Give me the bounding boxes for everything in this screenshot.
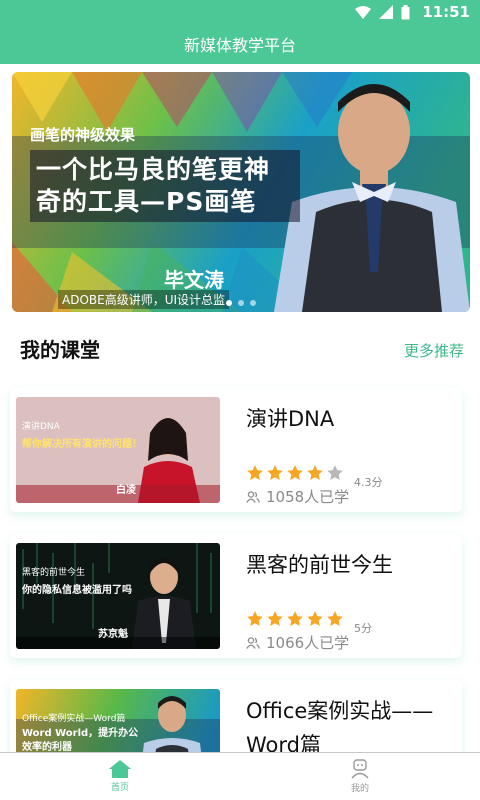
promo-banner[interactable]: 画笔的神级效果 一个比马良的笔更神奇的工具—PS画笔 毕文涛 ADOBE高级讲师…	[12, 72, 470, 312]
course-thumbnail: 黑客的前世今生 你的隐私信息被滥用了吗 苏京魁	[16, 543, 220, 649]
tab-home-label: 首页	[110, 783, 129, 793]
thumb-lecturer: 白凌	[116, 485, 136, 496]
star-icon	[287, 465, 303, 480]
status-time: 11:51	[422, 3, 470, 21]
wifi-icon	[355, 5, 372, 19]
star-icon	[327, 465, 343, 480]
rating-score: 4.3分	[354, 476, 383, 489]
carousel-dot[interactable]	[250, 300, 256, 306]
section-title: 我的课堂	[20, 338, 100, 362]
course-thumbnail: 演讲DNA 帮你解决所有演讲的问题！ 白凌	[16, 397, 220, 503]
thumb-caption: Office案例实战—Word篇	[22, 714, 126, 724]
users-icon	[246, 490, 260, 503]
tab-mine-label: 我的	[350, 784, 369, 794]
star-icon	[247, 465, 263, 480]
star-icon	[287, 611, 303, 626]
banner-headline: 一个比马良的笔更神奇的工具—PS画笔	[30, 150, 300, 222]
tab-home[interactable]: 首页	[0, 753, 240, 800]
bottom-tab-bar: 首页 我的	[0, 752, 480, 800]
course-title: 黑客的前世今生	[246, 553, 393, 577]
star-rating	[246, 610, 344, 628]
thumb-tagline: 你的隐私信息被滥用了吗	[22, 585, 132, 596]
app-title: 新媒体教学平台	[183, 36, 296, 55]
more-recommendations-link[interactable]: 更多推荐	[404, 340, 464, 361]
thumb-caption: 演讲DNA	[22, 422, 60, 432]
carousel-indicator	[12, 300, 470, 306]
carousel-dot[interactable]	[238, 300, 244, 306]
star-icon	[267, 611, 283, 626]
learner-count: 1066人已学	[246, 632, 349, 653]
battery-icon	[401, 4, 410, 19]
banner-kicker: 画笔的神级效果	[30, 126, 136, 144]
banner-speaker: 毕文涛	[164, 268, 224, 292]
course-title: 演讲DNA	[246, 407, 335, 431]
learner-count-text: 1058人已学	[266, 488, 350, 506]
learner-count: 1058人已学	[246, 486, 349, 507]
home-icon	[109, 760, 131, 778]
star-icon	[307, 465, 323, 480]
app-bar: 新媒体教学平台	[0, 24, 480, 64]
status-bar: 11:51	[0, 0, 480, 24]
thumb-lecturer: 苏京魁	[98, 629, 128, 640]
profile-icon	[351, 759, 369, 779]
tab-mine[interactable]: 我的	[240, 753, 480, 800]
thumb-tagline: Word World，提升办公效率的利器	[22, 728, 139, 753]
star-icon	[267, 465, 283, 480]
carousel-dot[interactable]	[226, 300, 232, 306]
star-icon	[247, 611, 263, 626]
course-card[interactable]: 黑客的前世今生 你的隐私信息被滥用了吗 苏京魁 黑客的前世今生 5分 1066人…	[10, 534, 462, 658]
thumb-tagline: 帮你解决所有演讲的问题！	[22, 439, 142, 450]
star-icon	[327, 611, 343, 626]
course-card[interactable]: 演讲DNA 帮你解决所有演讲的问题！ 白凌 演讲DNA 4.3分 1058人已学	[10, 388, 462, 512]
thumb-caption: 黑客的前世今生	[22, 568, 86, 578]
signal-icon	[379, 5, 394, 19]
users-icon	[246, 636, 260, 649]
rating-score: 5分	[354, 622, 372, 635]
star-rating	[246, 464, 344, 482]
star-icon	[307, 611, 323, 626]
learner-count-text: 1066人已学	[266, 634, 350, 652]
